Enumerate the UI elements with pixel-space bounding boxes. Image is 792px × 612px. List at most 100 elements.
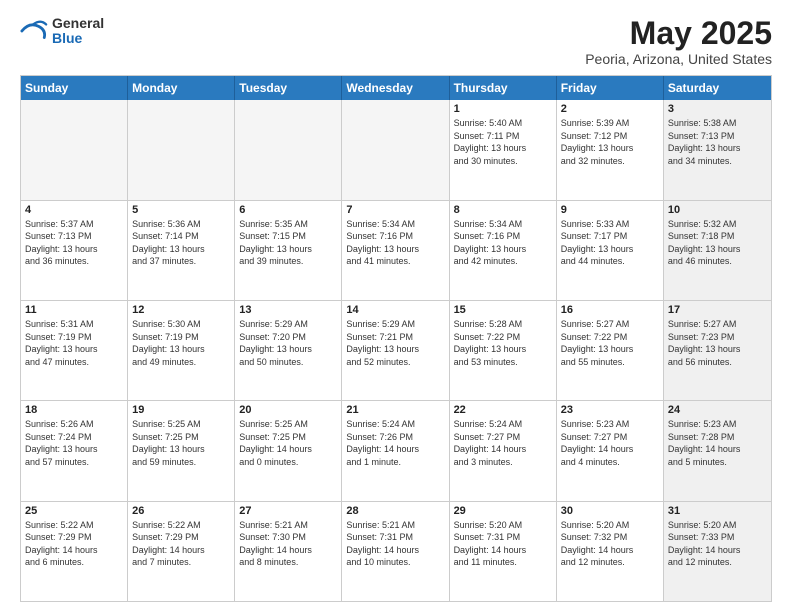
day-info: Sunrise: 5:20 AM Sunset: 7:31 PM Dayligh… bbox=[454, 519, 552, 569]
cal-cell-27: 27 Sunrise: 5:21 AM Sunset: 7:30 PM Dayli… bbox=[235, 502, 342, 601]
day-number: 21 bbox=[346, 404, 444, 416]
cal-header-monday: Monday bbox=[128, 76, 235, 100]
cal-row-0: 1Sunrise: 5:40 AM Sunset: 7:11 PM Daylig… bbox=[21, 100, 771, 199]
cal-cell-16: 16 Sunrise: 5:27 AM Sunset: 7:22 PM Dayli… bbox=[557, 301, 664, 400]
day-info: Sunrise: 5:33 AM Sunset: 7:17 PM Dayligh… bbox=[561, 218, 659, 268]
cal-header-thursday: Thursday bbox=[450, 76, 557, 100]
day-info: Sunrise: 5:25 AM Sunset: 7:25 PM Dayligh… bbox=[239, 418, 337, 468]
header: General Blue May 2025 Peoria, Arizona, U… bbox=[20, 16, 772, 67]
cal-cell-18: 18Sunrise: 5:26 AM Sunset: 7:24 PM Dayli… bbox=[21, 401, 128, 500]
cal-header-saturday: Saturday bbox=[664, 76, 771, 100]
day-info: Sunrise: 5:38 AM Sunset: 7:13 PM Dayligh… bbox=[668, 117, 767, 167]
day-info: Sunrise: 5:29 AM Sunset: 7:20 PM Dayligh… bbox=[239, 318, 337, 368]
day-number: 3 bbox=[668, 103, 767, 115]
cal-cell-28: 28 Sunrise: 5:21 AM Sunset: 7:31 PM Dayli… bbox=[342, 502, 449, 601]
day-info: Sunrise: 5:35 AM Sunset: 7:15 PM Dayligh… bbox=[239, 218, 337, 268]
cal-cell-30: 30Sunrise: 5:20 AM Sunset: 7:32 PM Dayli… bbox=[557, 502, 664, 601]
logo-icon bbox=[20, 17, 48, 45]
day-number: 17 bbox=[668, 304, 767, 316]
cal-cell-10: 10Sunrise: 5:32 AM Sunset: 7:18 PM Dayli… bbox=[664, 201, 771, 300]
cal-cell-3: 3 Sunrise: 5:38 AM Sunset: 7:13 PM Daylig… bbox=[664, 100, 771, 199]
subtitle: Peoria, Arizona, United States bbox=[585, 51, 772, 67]
day-info: Sunrise: 5:27 AM Sunset: 7:23 PM Dayligh… bbox=[668, 318, 767, 368]
day-info: Sunrise: 5:39 AM Sunset: 7:12 PM Dayligh… bbox=[561, 117, 659, 167]
day-info: Sunrise: 5:21 AM Sunset: 7:31 PM Dayligh… bbox=[346, 519, 444, 569]
day-number: 28 bbox=[346, 505, 444, 517]
cal-cell-25: 25Sunrise: 5:22 AM Sunset: 7:29 PM Dayli… bbox=[21, 502, 128, 601]
cal-cell-11: 11 Sunrise: 5:31 AM Sunset: 7:19 PM Dayli… bbox=[21, 301, 128, 400]
cal-cell-17: 17 Sunrise: 5:27 AM Sunset: 7:23 PM Dayli… bbox=[664, 301, 771, 400]
cal-cell-1: 1Sunrise: 5:40 AM Sunset: 7:11 PM Daylig… bbox=[450, 100, 557, 199]
cal-cell-21: 21Sunrise: 5:24 AM Sunset: 7:26 PM Dayli… bbox=[342, 401, 449, 500]
day-info: Sunrise: 5:24 AM Sunset: 7:27 PM Dayligh… bbox=[454, 418, 552, 468]
logo: General Blue bbox=[20, 16, 104, 47]
day-info: Sunrise: 5:21 AM Sunset: 7:30 PM Dayligh… bbox=[239, 519, 337, 569]
day-number: 22 bbox=[454, 404, 552, 416]
cal-cell-8: 8 Sunrise: 5:34 AM Sunset: 7:16 PM Daylig… bbox=[450, 201, 557, 300]
day-number: 13 bbox=[239, 304, 337, 316]
day-info: Sunrise: 5:36 AM Sunset: 7:14 PM Dayligh… bbox=[132, 218, 230, 268]
main-title: May 2025 bbox=[585, 16, 772, 51]
day-info: Sunrise: 5:27 AM Sunset: 7:22 PM Dayligh… bbox=[561, 318, 659, 368]
day-info: Sunrise: 5:37 AM Sunset: 7:13 PM Dayligh… bbox=[25, 218, 123, 268]
cal-cell-12: 12 Sunrise: 5:30 AM Sunset: 7:19 PM Dayli… bbox=[128, 301, 235, 400]
day-info: Sunrise: 5:30 AM Sunset: 7:19 PM Dayligh… bbox=[132, 318, 230, 368]
day-number: 23 bbox=[561, 404, 659, 416]
logo-blue-label: Blue bbox=[52, 31, 104, 46]
cal-cell-26: 26 Sunrise: 5:22 AM Sunset: 7:29 PM Dayli… bbox=[128, 502, 235, 601]
cal-cell-29: 29 Sunrise: 5:20 AM Sunset: 7:31 PM Dayli… bbox=[450, 502, 557, 601]
day-info: Sunrise: 5:25 AM Sunset: 7:25 PM Dayligh… bbox=[132, 418, 230, 468]
day-info: Sunrise: 5:22 AM Sunset: 7:29 PM Dayligh… bbox=[25, 519, 123, 569]
cal-row-4: 25Sunrise: 5:22 AM Sunset: 7:29 PM Dayli… bbox=[21, 501, 771, 601]
day-number: 9 bbox=[561, 204, 659, 216]
day-number: 16 bbox=[561, 304, 659, 316]
cal-header-sunday: Sunday bbox=[21, 76, 128, 100]
day-number: 5 bbox=[132, 204, 230, 216]
day-number: 19 bbox=[132, 404, 230, 416]
day-number: 29 bbox=[454, 505, 552, 517]
cal-cell-empty-0-2 bbox=[235, 100, 342, 199]
day-number: 12 bbox=[132, 304, 230, 316]
day-info: Sunrise: 5:23 AM Sunset: 7:28 PM Dayligh… bbox=[668, 418, 767, 468]
day-number: 8 bbox=[454, 204, 552, 216]
day-info: Sunrise: 5:29 AM Sunset: 7:21 PM Dayligh… bbox=[346, 318, 444, 368]
day-info: Sunrise: 5:34 AM Sunset: 7:16 PM Dayligh… bbox=[454, 218, 552, 268]
calendar: SundayMondayTuesdayWednesdayThursdayFrid… bbox=[20, 75, 772, 602]
cal-header-friday: Friday bbox=[557, 76, 664, 100]
day-number: 20 bbox=[239, 404, 337, 416]
cal-row-1: 4 Sunrise: 5:37 AM Sunset: 7:13 PM Daylig… bbox=[21, 200, 771, 300]
cal-cell-20: 20 Sunrise: 5:25 AM Sunset: 7:25 PM Dayli… bbox=[235, 401, 342, 500]
day-number: 2 bbox=[561, 103, 659, 115]
day-info: Sunrise: 5:40 AM Sunset: 7:11 PM Dayligh… bbox=[454, 117, 552, 167]
cal-cell-9: 9 Sunrise: 5:33 AM Sunset: 7:17 PM Daylig… bbox=[557, 201, 664, 300]
cal-cell-24: 24 Sunrise: 5:23 AM Sunset: 7:28 PM Dayli… bbox=[664, 401, 771, 500]
cal-cell-6: 6 Sunrise: 5:35 AM Sunset: 7:15 PM Daylig… bbox=[235, 201, 342, 300]
day-number: 6 bbox=[239, 204, 337, 216]
day-number: 24 bbox=[668, 404, 767, 416]
day-number: 27 bbox=[239, 505, 337, 517]
cal-row-3: 18Sunrise: 5:26 AM Sunset: 7:24 PM Dayli… bbox=[21, 400, 771, 500]
cal-cell-13: 13 Sunrise: 5:29 AM Sunset: 7:20 PM Dayli… bbox=[235, 301, 342, 400]
day-number: 14 bbox=[346, 304, 444, 316]
day-number: 15 bbox=[454, 304, 552, 316]
day-info: Sunrise: 5:22 AM Sunset: 7:29 PM Dayligh… bbox=[132, 519, 230, 569]
day-number: 7 bbox=[346, 204, 444, 216]
cal-cell-23: 23 Sunrise: 5:23 AM Sunset: 7:27 PM Dayli… bbox=[557, 401, 664, 500]
day-number: 30 bbox=[561, 505, 659, 517]
cal-cell-15: 15Sunrise: 5:28 AM Sunset: 7:22 PM Dayli… bbox=[450, 301, 557, 400]
cal-cell-14: 14 Sunrise: 5:29 AM Sunset: 7:21 PM Dayli… bbox=[342, 301, 449, 400]
logo-general-label: General bbox=[52, 16, 104, 31]
day-number: 11 bbox=[25, 304, 123, 316]
page: General Blue May 2025 Peoria, Arizona, U… bbox=[0, 0, 792, 612]
day-number: 4 bbox=[25, 204, 123, 216]
calendar-header-row: SundayMondayTuesdayWednesdayThursdayFrid… bbox=[21, 76, 771, 100]
cal-cell-7: 7Sunrise: 5:34 AM Sunset: 7:16 PM Daylig… bbox=[342, 201, 449, 300]
cal-cell-22: 22 Sunrise: 5:24 AM Sunset: 7:27 PM Dayli… bbox=[450, 401, 557, 500]
title-block: May 2025 Peoria, Arizona, United States bbox=[585, 16, 772, 67]
day-number: 26 bbox=[132, 505, 230, 517]
cal-cell-4: 4 Sunrise: 5:37 AM Sunset: 7:13 PM Daylig… bbox=[21, 201, 128, 300]
cal-header-wednesday: Wednesday bbox=[342, 76, 449, 100]
calendar-body: 1Sunrise: 5:40 AM Sunset: 7:11 PM Daylig… bbox=[21, 100, 771, 601]
day-info: Sunrise: 5:31 AM Sunset: 7:19 PM Dayligh… bbox=[25, 318, 123, 368]
day-info: Sunrise: 5:23 AM Sunset: 7:27 PM Dayligh… bbox=[561, 418, 659, 468]
